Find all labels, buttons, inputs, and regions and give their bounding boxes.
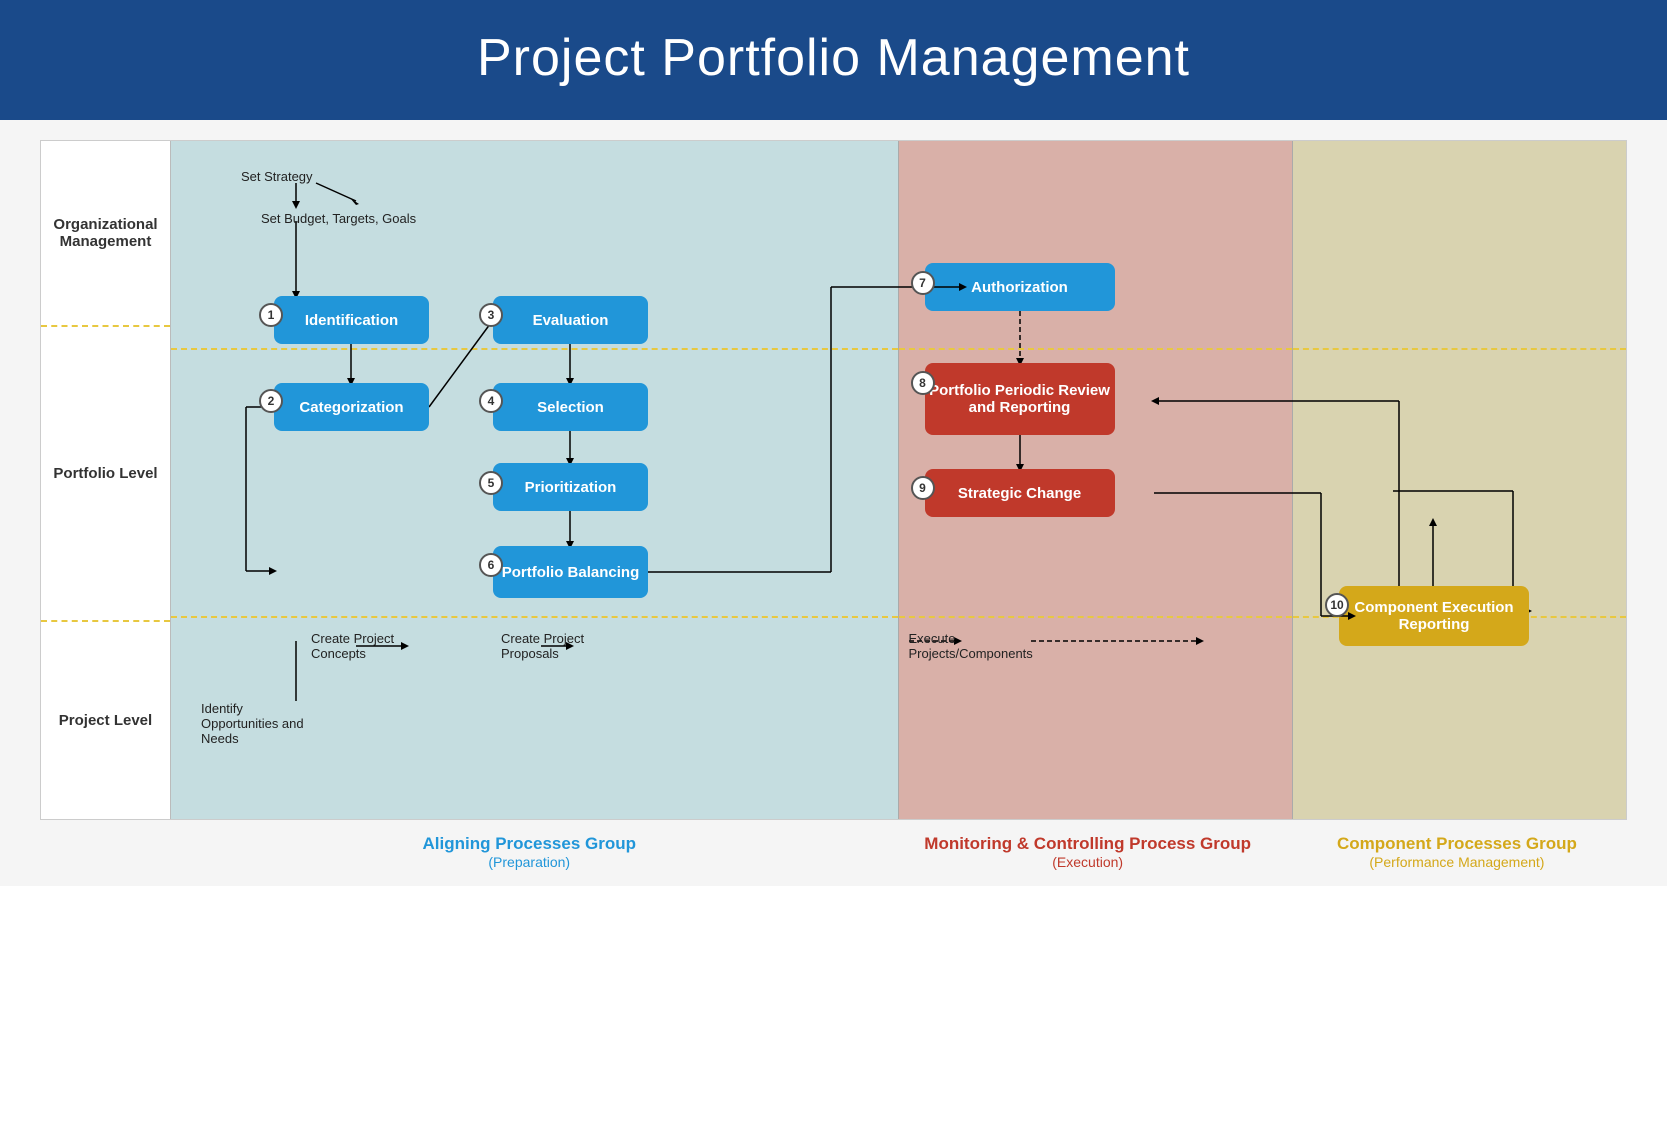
process-selection: Selection — [493, 383, 648, 431]
footer-labels: Aligning Processes Group (Preparation) M… — [40, 828, 1627, 876]
page-title: Project Portfolio Management — [477, 29, 1190, 87]
org-level-label: Organizational Management — [41, 141, 170, 327]
diagram-area: Organizational Management Portfolio Leve… — [40, 140, 1627, 820]
monitoring-main-label: Monitoring & Controlling Process Group — [899, 834, 1277, 854]
diagram-columns: Set Strategy Set Budget, Targets, Goals … — [171, 141, 1626, 819]
footer-component: Component Processes Group (Performance M… — [1287, 828, 1627, 876]
zone-component: 10 Component Execution Reporting — [1293, 141, 1626, 819]
page-header: Project Portfolio Management — [0, 0, 1667, 120]
component-main-label: Component Processes Group — [1297, 834, 1617, 854]
zone-aligning: Set Strategy Set Budget, Targets, Goals … — [171, 141, 899, 819]
main-content: Organizational Management Portfolio Leve… — [0, 120, 1667, 886]
create-concepts-label: Create Project Concepts — [311, 631, 421, 661]
process-strategic-change: Strategic Change — [925, 469, 1115, 517]
footer-monitoring: Monitoring & Controlling Process Group (… — [889, 828, 1287, 876]
monitoring-sub-label: (Execution) — [899, 854, 1277, 870]
aligning-sub-label: (Preparation) — [180, 854, 879, 870]
zone-monitoring: 7 Authorization 8 Portfolio Periodic Rev… — [899, 141, 1294, 819]
component-arrows — [1293, 141, 1626, 819]
component-sub-label: (Performance Management) — [1297, 854, 1617, 870]
create-proposals-label: Create Project Proposals — [501, 631, 611, 661]
process-balancing: Portfolio Balancing — [493, 546, 648, 598]
execute-label: Execute Projects/Components — [909, 631, 1059, 661]
project-level-label: Project Level — [41, 622, 170, 819]
process-prioritization: Prioritization — [493, 463, 648, 511]
process-identification: Identification — [274, 296, 429, 344]
set-strategy-label: Set Strategy — [241, 169, 313, 184]
process-categorization: Categorization — [274, 383, 429, 431]
level-labels: Organizational Management Portfolio Leve… — [41, 141, 171, 819]
aligning-main-label: Aligning Processes Group — [180, 834, 879, 854]
process-authorization: Authorization — [925, 263, 1115, 311]
process-periodic-review: Portfolio Periodic Review and Reporting — [925, 363, 1115, 435]
set-budget-label: Set Budget, Targets, Goals — [261, 211, 416, 226]
portfolio-level-label: Portfolio Level — [41, 327, 170, 622]
process-component-reporting: Component Execution Reporting — [1339, 586, 1529, 646]
footer-aligning: Aligning Processes Group (Preparation) — [170, 828, 889, 876]
identify-label: Identify Opportunities and Needs — [201, 701, 311, 746]
process-evaluation: Evaluation — [493, 296, 648, 344]
